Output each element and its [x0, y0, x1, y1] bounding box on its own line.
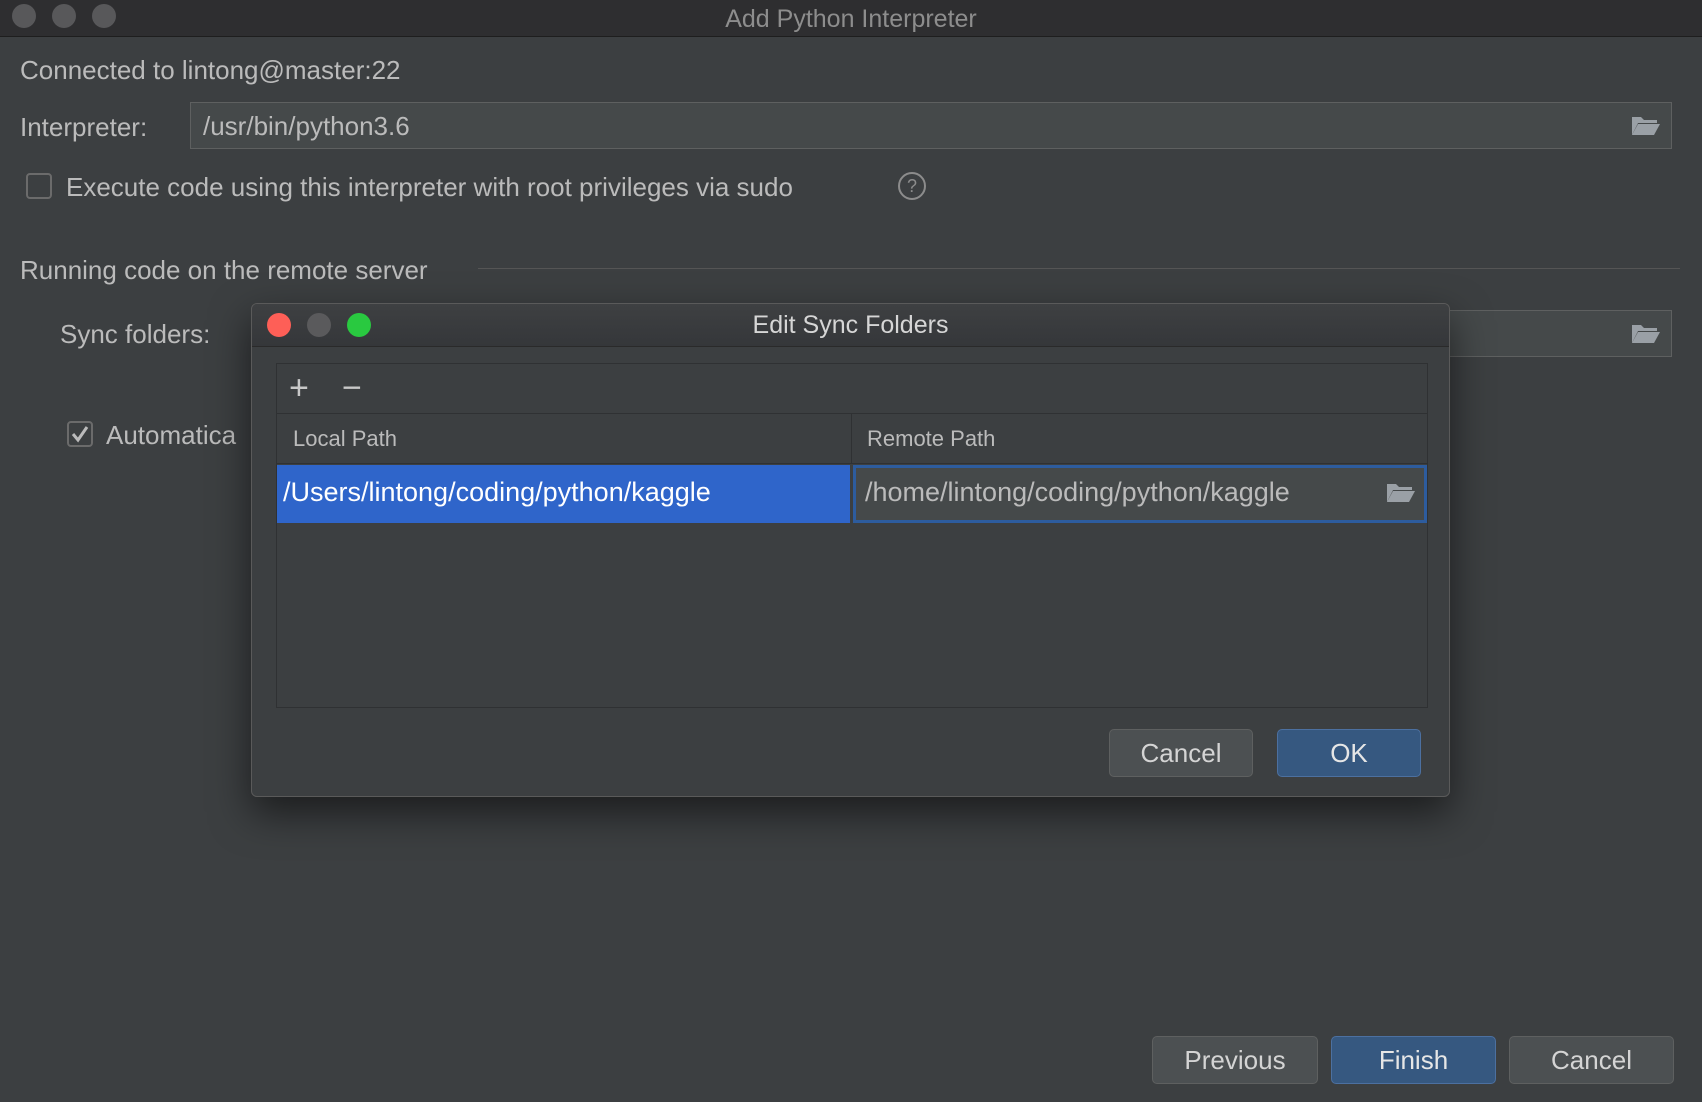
edit-sync-folders-dialog: Edit Sync Folders + − Local Path Remote …: [251, 303, 1450, 797]
remote-section-title: Running code on the remote server: [20, 255, 428, 285]
local-path-cell[interactable]: /Users/lintong/coding/python/kaggle: [277, 465, 850, 523]
section-separator: [478, 268, 1680, 269]
sync-folders-label: Sync folders:: [60, 319, 211, 349]
remote-path-cell[interactable]: /home/lintong/coding/python/kaggle: [853, 465, 1427, 523]
table-row[interactable]: /Users/lintong/coding/python/kaggle /hom…: [277, 465, 1427, 523]
folder-open-icon[interactable]: [1386, 480, 1416, 504]
sudo-label: Execute code using this interpreter with…: [66, 172, 793, 202]
sudo-checkbox[interactable]: [26, 173, 52, 199]
dialog-cancel-button[interactable]: Cancel: [1109, 729, 1253, 777]
interpreter-value: /usr/bin/python3.6: [203, 111, 410, 141]
help-icon[interactable]: ?: [898, 172, 926, 200]
add-icon[interactable]: +: [289, 371, 309, 405]
window-title: Add Python Interpreter: [725, 5, 977, 33]
remove-icon[interactable]: −: [342, 371, 362, 405]
connection-status: Connected to lintong@master:22: [20, 55, 401, 85]
local-path-value: /Users/lintong/coding/python/kaggle: [283, 477, 711, 507]
checkmark-icon: [71, 426, 89, 443]
remote-path-editor[interactable]: /home/lintong/coding/python/kaggle: [856, 468, 1424, 520]
folder-open-icon[interactable]: [1631, 113, 1661, 137]
finish-button[interactable]: Finish: [1331, 1036, 1496, 1084]
interpreter-field[interactable]: /usr/bin/python3.6: [190, 102, 1672, 149]
dialog-ok-button[interactable]: OK: [1277, 729, 1421, 777]
column-remote-path[interactable]: Remote Path: [867, 426, 995, 452]
folder-open-icon[interactable]: [1631, 321, 1661, 345]
auto-upload-label: Automatica: [106, 420, 237, 450]
dialog-titlebar: Edit Sync Folders: [252, 304, 1449, 347]
table-header: Local Path Remote Path: [277, 414, 1427, 464]
sync-folders-field[interactable]: [1440, 310, 1672, 357]
cancel-button[interactable]: Cancel: [1509, 1036, 1674, 1084]
dialog-title: Edit Sync Folders: [752, 311, 949, 339]
auto-upload-checkbox[interactable]: [67, 421, 93, 447]
sync-folders-table: + − Local Path Remote Path /Users/linton…: [276, 363, 1428, 708]
window-titlebar: Add Python Interpreter: [0, 0, 1702, 37]
remote-path-value: /home/lintong/coding/python/kaggle: [865, 477, 1290, 507]
previous-button[interactable]: Previous: [1152, 1036, 1318, 1084]
column-local-path[interactable]: Local Path: [293, 426, 397, 452]
table-toolbar: + −: [277, 364, 1427, 414]
interpreter-label: Interpreter:: [20, 112, 148, 142]
column-divider: [851, 414, 852, 464]
